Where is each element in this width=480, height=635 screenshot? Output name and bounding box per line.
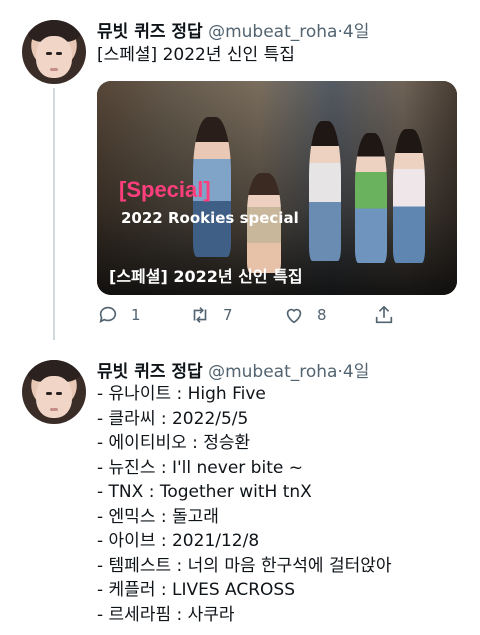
heart-icon xyxy=(286,308,302,324)
tweet-header: 뮤빗 퀴즈 정답 @mubeat_roha·4일 xyxy=(97,357,369,382)
list-item: - 뉴진스 : I'll never bite ~ xyxy=(97,457,303,478)
avatar-eye-right xyxy=(56,52,62,55)
share-icon xyxy=(375,305,393,324)
avatar-eye-left xyxy=(46,52,52,55)
display-name[interactable]: 뮤빗 퀴즈 정답 xyxy=(97,362,203,382)
reply-count: 1 xyxy=(131,306,141,324)
avatar-mouth xyxy=(50,68,58,71)
list-item: - 엔믹스 : 돌고래 xyxy=(97,506,219,527)
list-item: - 르세라핌 : 사쿠라 xyxy=(97,604,235,625)
card-overlay-subtitle: 2022 Rookies special xyxy=(121,209,299,227)
tweet-2[interactable]: 뮤빗 퀴즈 정답 @mubeat_roha·4일 - 유나이트 : High F… xyxy=(0,340,480,635)
card-figure xyxy=(393,129,425,263)
retweet-count: 7 xyxy=(223,306,233,324)
share-button[interactable] xyxy=(373,304,395,326)
user-handle[interactable]: @mubeat_roha xyxy=(208,22,337,42)
reply-icon xyxy=(99,306,117,323)
list-item: - 케플러 : LIVES ACROSS xyxy=(97,580,296,600)
list-item: - 에이티비오 : 정승환 xyxy=(97,433,251,453)
card-figure xyxy=(309,121,341,261)
card-caption[interactable]: [스페셜] 2022년 신인 특집 xyxy=(109,263,303,287)
avatar[interactable] xyxy=(22,20,86,84)
timestamp[interactable]: 4일 xyxy=(343,362,369,382)
tweet-text: [스페셜] 2022년 신인 특집 xyxy=(97,45,295,65)
retweet-icon xyxy=(193,307,207,323)
display-name[interactable]: 뮤빗 퀴즈 정답 xyxy=(97,22,203,42)
thread-line xyxy=(53,88,55,340)
card-overlay-title: [Special] xyxy=(119,177,211,202)
avatar-mouth xyxy=(50,408,58,411)
tweet-header: 뮤빗 퀴즈 정답 @mubeat_roha·4일 xyxy=(97,17,369,42)
list-item: - TNX : Together witH tnX xyxy=(97,482,312,502)
tweet-text: - 유나이트 : High Five - 클라씨 : 2022/5/5 - 에이… xyxy=(97,382,392,627)
tweet-1[interactable]: 뮤빗 퀴즈 정답 @mubeat_roha·4일 [스페셜] 2022년 신인 … xyxy=(0,0,480,340)
card-figure xyxy=(355,133,387,263)
list-item: - 아이브 : 2021/12/8 xyxy=(97,531,260,551)
user-handle[interactable]: @mubeat_roha xyxy=(208,362,337,382)
avatar-eye-right xyxy=(56,392,62,395)
reply-button[interactable]: 1 xyxy=(97,304,141,326)
list-item: - 템페스트 : 너의 마음 한구석에 걸터앉아 xyxy=(97,555,392,576)
avatar-face xyxy=(36,376,72,418)
list-item: - 클라씨 : 2022/5/5 xyxy=(97,408,249,429)
like-count: 8 xyxy=(317,306,327,324)
list-item: - 유나이트 : High Five xyxy=(97,384,266,404)
avatar[interactable] xyxy=(22,360,86,424)
avatar-eye-left xyxy=(46,392,52,395)
timestamp[interactable]: 4일 xyxy=(343,22,369,42)
retweet-button[interactable]: 7 xyxy=(189,304,233,326)
tweet-actions: 1 7 8 xyxy=(97,304,427,332)
avatar-face xyxy=(36,36,72,78)
like-button[interactable]: 8 xyxy=(283,304,327,326)
link-card[interactable]: [Special] 2022 Rookies special [스페셜] 202… xyxy=(97,81,457,295)
